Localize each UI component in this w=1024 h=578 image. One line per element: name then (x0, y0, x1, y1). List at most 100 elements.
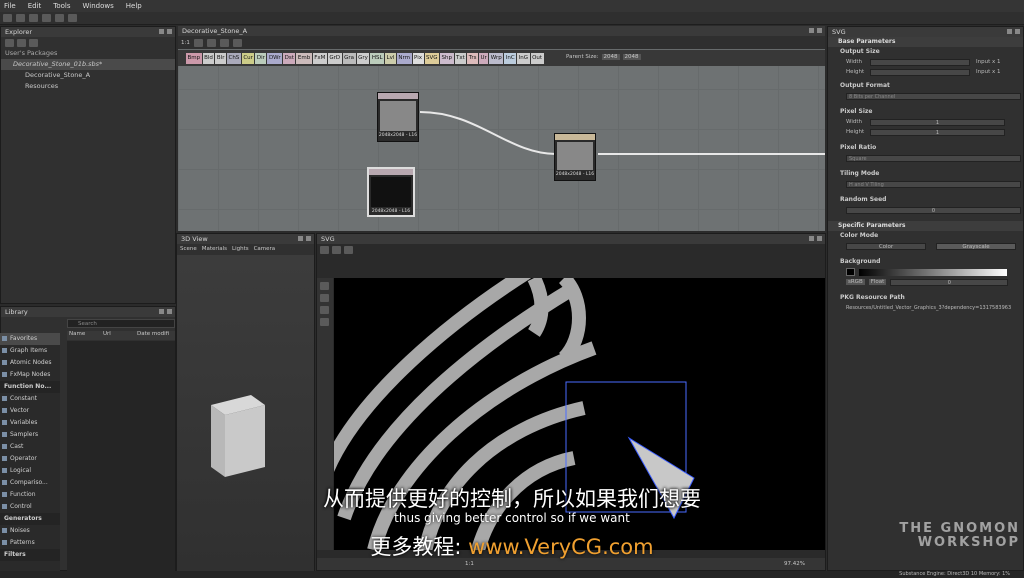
float-icon[interactable] (809, 28, 814, 33)
col-name[interactable]: Name (67, 331, 101, 340)
shape-icon[interactable] (320, 306, 329, 314)
library-item[interactable]: Logical (0, 465, 60, 477)
bg-value-field[interactable]: 0 (890, 278, 1009, 286)
node-tab[interactable]: Txt (454, 52, 467, 64)
node-tab[interactable]: Cur (241, 52, 255, 64)
width-slider[interactable] (870, 58, 970, 66)
close-icon[interactable] (817, 236, 822, 241)
library-item[interactable]: Atomic Nodes (0, 357, 60, 369)
close-icon[interactable] (1015, 29, 1020, 34)
color-mode-color[interactable]: Color (846, 242, 926, 250)
library-item[interactable]: Cast (0, 441, 60, 453)
node-tab[interactable]: HSL (370, 52, 385, 64)
close-icon[interactable] (167, 309, 172, 314)
node-tab[interactable]: Gry (356, 52, 370, 64)
save-all-icon[interactable] (42, 14, 51, 22)
3d-menu-scene[interactable]: Scene (180, 244, 197, 254)
new-icon[interactable] (3, 14, 12, 22)
menu-file[interactable]: File (4, 2, 16, 10)
bg-swatch[interactable] (846, 268, 855, 276)
node-tab[interactable]: Wrp (489, 52, 504, 64)
new-graph-icon[interactable] (5, 39, 14, 47)
float-icon[interactable] (159, 29, 164, 34)
library-item[interactable]: Variables (0, 417, 60, 429)
color-mode-grayscale[interactable]: Grayscale (936, 242, 1016, 250)
node-tab[interactable]: ChS (226, 52, 241, 64)
node-tab[interactable]: Blr (215, 52, 226, 64)
select-icon[interactable] (320, 246, 329, 254)
library-item[interactable]: Graph Items (0, 345, 60, 357)
pkg-path-value[interactable]: Resources/Untitled_Vector_Graphics_3?dep… (846, 305, 1021, 311)
redo-icon[interactable] (68, 14, 77, 22)
size-a-select[interactable]: 2048 (601, 54, 620, 60)
library-item[interactable]: Operator (0, 453, 60, 465)
graph-canvas[interactable]: 2048x2048 - L16 2048x2048 - L16 2048x204… (178, 49, 825, 231)
snap-icon[interactable] (344, 246, 353, 254)
grid-icon[interactable] (332, 246, 341, 254)
open-icon[interactable] (16, 14, 25, 22)
float-icon[interactable] (809, 236, 814, 241)
3d-menu-camera[interactable]: Camera (254, 244, 276, 254)
align-icon[interactable] (206, 38, 216, 47)
tiling-mode-select[interactable]: H and V Tiling (846, 180, 1021, 188)
bg-gradient-slider[interactable] (859, 268, 1007, 276)
width-rel[interactable]: Input x 1 (976, 59, 1001, 65)
node-tab[interactable]: Nrm (396, 52, 412, 64)
pixel-ratio-select[interactable]: Square (846, 154, 1021, 162)
node-tab[interactable]: Trs (467, 52, 478, 64)
3d-menu-lights[interactable]: Lights (232, 244, 249, 254)
node-tab[interactable]: Bmp (186, 52, 202, 64)
pointer-icon[interactable] (320, 282, 329, 290)
node-tab[interactable]: DWr (267, 52, 283, 64)
settings-icon[interactable] (232, 38, 242, 47)
library-item[interactable]: Samplers (0, 429, 60, 441)
float-icon[interactable] (1007, 29, 1012, 34)
tree-item-graph[interactable]: Decorative_Stone_A (1, 70, 175, 81)
graph-node-svg[interactable]: 2048x2048 - L16 (367, 167, 415, 217)
graph-zoom[interactable]: 1:1 (181, 40, 190, 46)
node-tab[interactable]: Shp (440, 52, 454, 64)
node-tab[interactable]: Dir (255, 52, 267, 64)
info-icon[interactable] (193, 38, 203, 47)
library-item[interactable]: Favorites (0, 333, 60, 345)
node-tab[interactable]: Gra (342, 52, 356, 64)
library-item[interactable]: Constant (0, 393, 60, 405)
fill-icon[interactable] (320, 318, 329, 326)
height-rel[interactable]: Input x 1 (976, 69, 1001, 75)
pen-icon[interactable] (320, 294, 329, 302)
link-icon[interactable] (29, 39, 38, 47)
float-icon[interactable] (298, 236, 303, 241)
base-params-header[interactable]: Base Parameters (828, 37, 1023, 47)
library-item[interactable]: FxMap Nodes (0, 369, 60, 381)
library-search-input[interactable]: Search (67, 319, 175, 328)
random-seed-field[interactable]: 0 (846, 206, 1021, 214)
graph-node-a[interactable]: 2048x2048 - L16 (377, 92, 419, 142)
node-tab[interactable]: Emb (296, 52, 312, 64)
node-tab[interactable]: GrD (327, 52, 342, 64)
height-slider[interactable] (870, 68, 970, 76)
node-tab[interactable]: Dst (283, 52, 296, 64)
output-format-select[interactable]: 8 Bits per Channel (846, 92, 1021, 100)
menu-windows[interactable]: Windows (83, 2, 114, 10)
node-tab[interactable]: InG (517, 52, 530, 64)
specific-params-header[interactable]: Specific Parameters (828, 221, 1023, 231)
library-category[interactable]: Function No... (0, 381, 60, 393)
menu-edit[interactable]: Edit (28, 2, 42, 10)
srgb-toggle[interactable]: sRGB (846, 279, 865, 285)
size-b-select[interactable]: 2048 (622, 54, 641, 60)
node-tab[interactable]: FxM (312, 52, 327, 64)
library-item[interactable]: Vector (0, 405, 60, 417)
node-tab[interactable]: Out (530, 52, 544, 64)
resource-icon[interactable] (17, 39, 26, 47)
menu-tools[interactable]: Tools (53, 2, 70, 10)
undo-icon[interactable] (55, 14, 64, 22)
close-icon[interactable] (306, 236, 311, 241)
col-url[interactable]: Url (101, 331, 135, 340)
float-icon[interactable] (159, 309, 164, 314)
node-tab[interactable]: Pix (412, 52, 424, 64)
save-icon[interactable] (29, 14, 38, 22)
frame-icon[interactable] (219, 38, 229, 47)
tree-item-package[interactable]: Decorative_Stone_01b.sbs* (1, 59, 175, 70)
node-tab[interactable]: Bld (202, 52, 215, 64)
float-toggle[interactable]: Float (868, 279, 887, 285)
